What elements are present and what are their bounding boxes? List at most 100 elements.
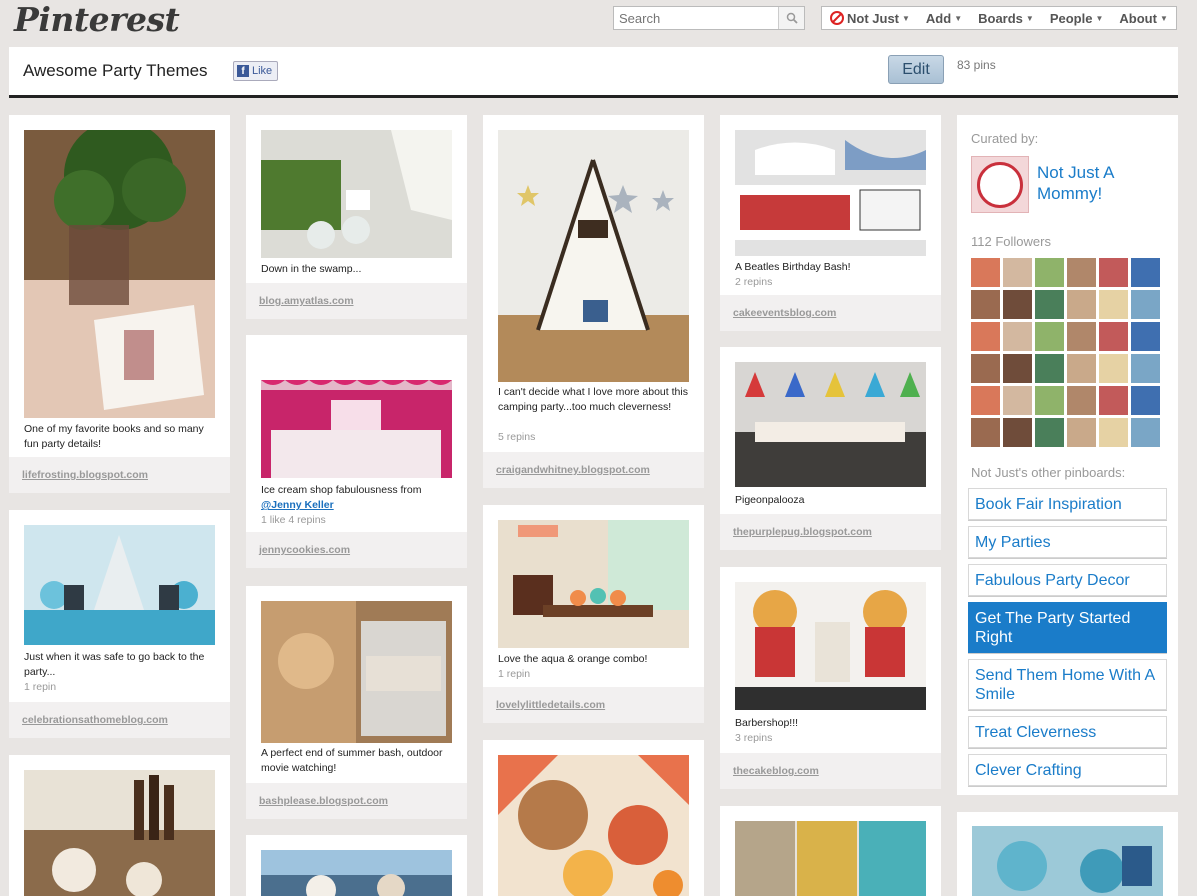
pinboard-link[interactable]: Get The Party Started Right: [968, 602, 1167, 653]
follower-avatar[interactable]: [1003, 354, 1032, 383]
follower-avatar[interactable]: [1035, 290, 1064, 319]
follower-avatar[interactable]: [1003, 322, 1032, 351]
pin-description: Barbershop!!!: [735, 717, 799, 729]
pin-card[interactable]: [9, 755, 230, 896]
follower-avatar[interactable]: [1067, 258, 1096, 287]
follower-avatar[interactable]: [1131, 322, 1160, 351]
pin-image[interactable]: [261, 130, 452, 258]
curator-name-link[interactable]: Not Just A Mommy!: [1037, 162, 1167, 204]
follower-avatar[interactable]: [1131, 258, 1160, 287]
pinboard-link[interactable]: Fabulous Party Decor: [968, 564, 1167, 596]
pin-card[interactable]: [483, 740, 704, 896]
pin-card[interactable]: A perfect end of summer bash, outdoor mo…: [246, 586, 467, 819]
nav-user[interactable]: Not Just ▼: [822, 11, 918, 26]
search-input[interactable]: [614, 7, 778, 29]
follower-avatar[interactable]: [1099, 386, 1128, 415]
follower-avatar[interactable]: [1067, 354, 1096, 383]
follower-avatar[interactable]: [1003, 418, 1032, 447]
pinboard-link[interactable]: Clever Crafting: [968, 754, 1167, 786]
sidebar-pin-card[interactable]: [957, 812, 1178, 896]
pin-source-link[interactable]: blog.amyatlas.com: [246, 283, 467, 319]
follower-avatar[interactable]: [971, 354, 1000, 383]
pin-image[interactable]: [24, 770, 215, 896]
followers-count[interactable]: 112 Followers: [971, 234, 1051, 249]
search-button[interactable]: [778, 7, 804, 29]
follower-avatar[interactable]: [1099, 290, 1128, 319]
follower-avatar[interactable]: [1067, 418, 1096, 447]
follower-avatar[interactable]: [1003, 258, 1032, 287]
nav-boards[interactable]: Boards ▼: [970, 11, 1042, 26]
pin-image[interactable]: [261, 350, 452, 478]
pin-card[interactable]: I can't decide what I love more about th…: [483, 115, 704, 488]
pinterest-logo[interactable]: Pinterest: [14, 0, 180, 39]
pin-image[interactable]: [24, 130, 215, 418]
pin-image[interactable]: [735, 362, 926, 487]
follower-avatar[interactable]: [1131, 290, 1160, 319]
pin-card[interactable]: Pigeonpalooza thepurplepug.blogspot.com: [720, 347, 941, 550]
pin-image[interactable]: [498, 130, 689, 382]
pin-source-link[interactable]: bashplease.blogspot.com: [246, 783, 467, 819]
nav-add[interactable]: Add ▼: [918, 11, 970, 26]
follower-avatar[interactable]: [1131, 386, 1160, 415]
pin-card[interactable]: One of my favorite books and so many fun…: [9, 115, 230, 493]
follower-avatar[interactable]: [971, 290, 1000, 319]
nav-about[interactable]: About ▼: [1111, 11, 1175, 26]
follower-avatar[interactable]: [1035, 386, 1064, 415]
follower-avatar[interactable]: [1035, 322, 1064, 351]
pin-image[interactable]: [498, 520, 689, 648]
pinboard-link[interactable]: Book Fair Inspiration: [968, 488, 1167, 520]
pin-image[interactable]: [735, 582, 926, 710]
follower-avatar[interactable]: [1099, 322, 1128, 351]
follower-avatar[interactable]: [1067, 386, 1096, 415]
follower-avatar[interactable]: [971, 386, 1000, 415]
follower-avatar[interactable]: [971, 322, 1000, 351]
pin-image[interactable]: [498, 755, 689, 896]
pin-card[interactable]: [246, 835, 467, 896]
pin-card[interactable]: [720, 806, 941, 896]
pin-card[interactable]: Barbershop!!! 3 repins thecakeblog.com: [720, 567, 941, 789]
pin-card[interactable]: A Beatles Birthday Bash! 2 repins cakeev…: [720, 115, 941, 331]
facebook-like-button[interactable]: f Like: [233, 61, 278, 81]
caret-down-icon: ▼: [1025, 13, 1034, 23]
pinboard-link[interactable]: My Parties: [968, 526, 1167, 558]
pin-image[interactable]: [735, 130, 926, 256]
pin-source-link[interactable]: celebrationsathomeblog.com: [9, 702, 230, 738]
follower-avatar[interactable]: [1131, 418, 1160, 447]
pin-source-link[interactable]: lifefrosting.blogspot.com: [9, 457, 230, 493]
pin-card[interactable]: Down in the swamp... blog.amyatlas.com: [246, 115, 467, 319]
pin-card[interactable]: Just when it was safe to go back to the …: [9, 510, 230, 738]
nav-people[interactable]: People ▼: [1042, 11, 1112, 26]
curator-avatar[interactable]: [971, 156, 1029, 213]
follower-avatar[interactable]: [971, 418, 1000, 447]
pin-card[interactable]: Ice cream shop fabulousness from @Jenny K…: [246, 335, 467, 568]
follower-avatar[interactable]: [971, 258, 1000, 287]
pin-source-link[interactable]: lovelylittledetails.com: [483, 687, 704, 723]
follower-avatar[interactable]: [1003, 290, 1032, 319]
edit-button[interactable]: Edit: [888, 55, 944, 84]
follower-avatar[interactable]: [1035, 354, 1064, 383]
follower-avatar[interactable]: [1035, 418, 1064, 447]
pin-image[interactable]: [735, 821, 926, 896]
pin-image[interactable]: [261, 850, 452, 896]
pin-source-link[interactable]: jennycookies.com: [246, 532, 467, 568]
pin-source-link[interactable]: thecakeblog.com: [720, 753, 941, 789]
pin-image[interactable]: [261, 601, 452, 743]
pin-image[interactable]: [24, 525, 215, 645]
follower-avatar[interactable]: [1003, 386, 1032, 415]
pin-source-link[interactable]: thepurplepug.blogspot.com: [720, 514, 941, 550]
follower-avatar[interactable]: [1067, 290, 1096, 319]
pin-source-link[interactable]: craigandwhitney.blogspot.com: [483, 452, 704, 488]
caret-down-icon: ▼: [954, 13, 963, 23]
follower-avatar[interactable]: [1099, 354, 1128, 383]
follower-avatar[interactable]: [1035, 258, 1064, 287]
pin-image[interactable]: [972, 826, 1163, 896]
pinboard-link[interactable]: Send Them Home With A Smile: [968, 659, 1167, 710]
pin-card[interactable]: Love the aqua & orange combo! 1 repin lo…: [483, 505, 704, 723]
mention-link[interactable]: @Jenny Keller: [261, 499, 334, 511]
follower-avatar[interactable]: [1099, 258, 1128, 287]
follower-avatar[interactable]: [1131, 354, 1160, 383]
follower-avatar[interactable]: [1099, 418, 1128, 447]
pin-source-link[interactable]: cakeeventsblog.com: [720, 295, 941, 331]
pinboard-link[interactable]: Treat Cleverness: [968, 716, 1167, 748]
follower-avatar[interactable]: [1067, 322, 1096, 351]
